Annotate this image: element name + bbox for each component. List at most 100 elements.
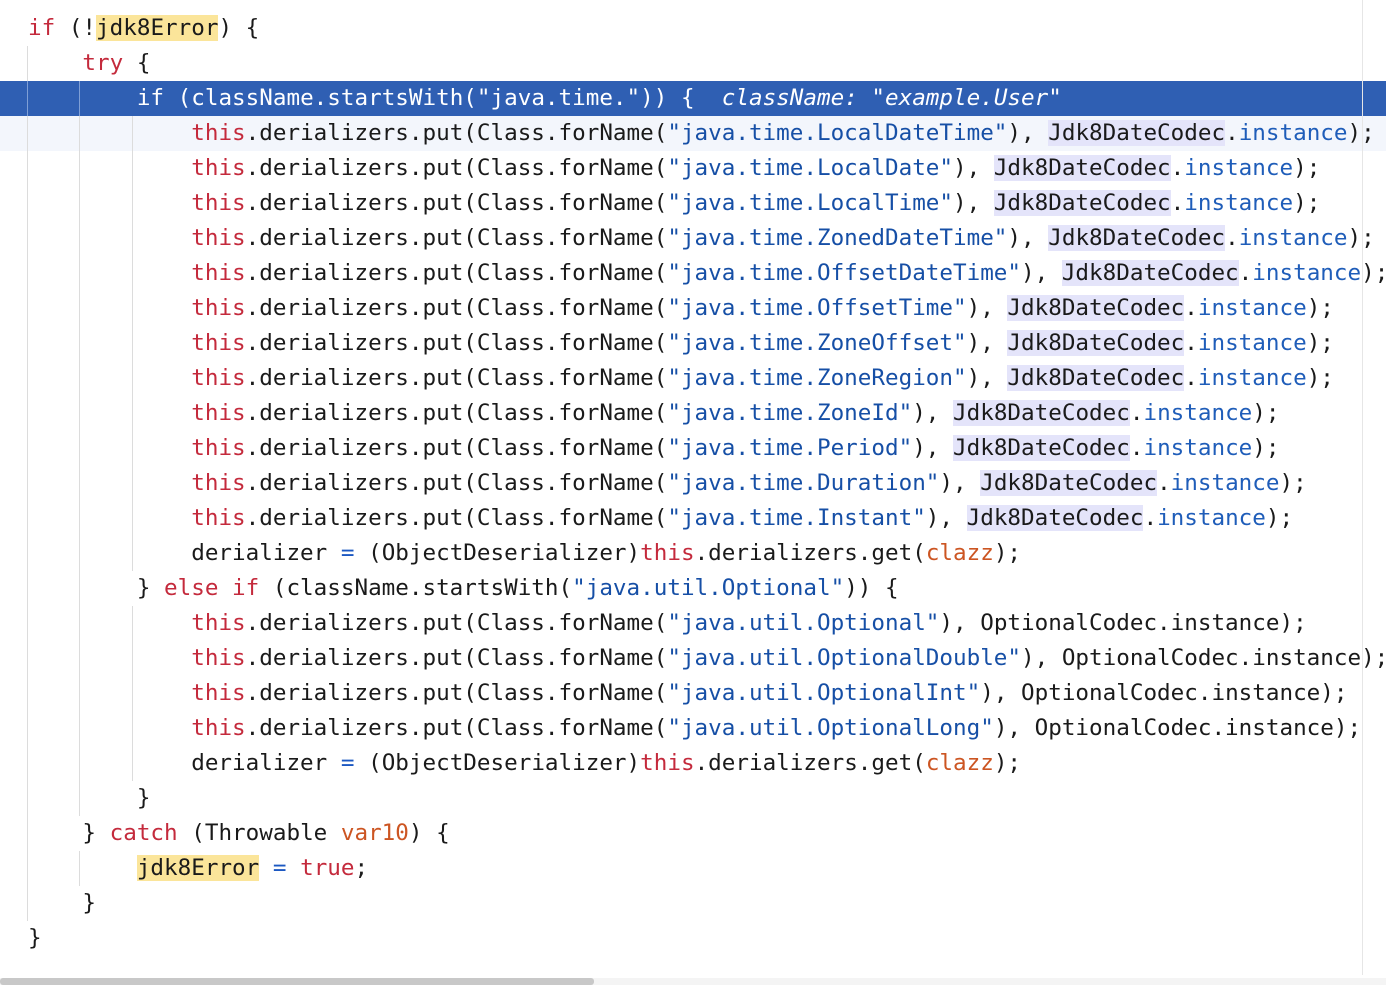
code-token: ),	[953, 155, 994, 181]
code-token: ),	[966, 330, 1008, 356]
code-token: ),	[1007, 120, 1049, 146]
code-line[interactable]: this.derializers.put(Class.forName("java…	[0, 431, 1386, 466]
code-token: true	[300, 855, 355, 881]
code-token: instance	[1143, 435, 1253, 461]
code-token: this	[191, 505, 246, 531]
execution-point-line[interactable]: if (className.startsWith("java.time.")) …	[0, 81, 1386, 116]
code-line[interactable]: }	[0, 921, 1386, 956]
code-text: this.derializers.put(Class.forName("java…	[28, 221, 1375, 256]
code-token: );	[1306, 330, 1334, 356]
code-token: "java.time.Instant"	[667, 505, 926, 531]
code-token: .	[1170, 190, 1185, 216]
code-token: this	[191, 330, 246, 356]
code-text: this.derializers.put(Class.forName("java…	[28, 116, 1375, 151]
code-token: .	[1170, 155, 1185, 181]
code-editor[interactable]: if (!jdk8Error) { try { if (className.st…	[0, 0, 1386, 985]
code-token: "java.time.Duration"	[667, 470, 940, 496]
code-line[interactable]: this.derializers.put(Class.forName("java…	[0, 641, 1386, 676]
code-token: this	[640, 540, 695, 566]
code-line[interactable]: this.derializers.put(Class.forName("java…	[0, 221, 1386, 256]
code-token: }	[28, 820, 110, 846]
code-token: }	[28, 575, 165, 601]
code-token: .derializers.put(Class.forName(	[245, 295, 668, 321]
code-token: ), OptionalCodec.instance);	[993, 715, 1362, 741]
code-token: .	[1225, 225, 1239, 251]
code-token: this	[191, 260, 246, 286]
code-token: this	[640, 750, 695, 776]
code-token: "java.util.Optional"	[667, 610, 940, 636]
code-line[interactable]: }	[0, 781, 1386, 816]
horizontal-scrollbar-thumb[interactable]	[0, 978, 594, 985]
code-token: this	[191, 470, 246, 496]
code-token: instance	[1197, 330, 1307, 356]
code-text: this.derializers.put(Class.forName("java…	[28, 431, 1280, 466]
code-token: (className.startsWith("java.time.")) {	[164, 85, 695, 111]
code-text: this.derializers.put(Class.forName("java…	[28, 361, 1334, 396]
code-line[interactable]: this.derializers.put(Class.forName("java…	[0, 151, 1386, 186]
code-text: this.derializers.put(Class.forName("java…	[28, 186, 1320, 221]
code-token: )) {	[844, 575, 899, 601]
code-token: var10	[340, 820, 409, 846]
code-token: this	[191, 400, 246, 426]
code-token: this	[191, 120, 246, 146]
code-token: Jdk8DateCodec	[953, 435, 1130, 461]
code-token: Jdk8DateCodec	[1048, 225, 1226, 251]
code-line[interactable]: this.derializers.put(Class.forName("java…	[0, 466, 1386, 501]
code-token: .	[1225, 120, 1239, 146]
code-token: Jdk8DateCodec	[993, 190, 1171, 216]
code-line[interactable]: this.derializers.put(Class.forName("java…	[0, 326, 1386, 361]
code-line[interactable]: this.derializers.put(Class.forName("java…	[0, 676, 1386, 711]
code-line[interactable]: this.derializers.put(Class.forName("java…	[0, 361, 1386, 396]
code-token: instance	[1197, 365, 1307, 391]
code-line[interactable]: derializer = (ObjectDeserializer)this.de…	[0, 536, 1386, 571]
code-line[interactable]: } else if (className.startsWith("java.ut…	[0, 571, 1386, 606]
code-token: );	[993, 750, 1022, 776]
code-token: );	[1279, 470, 1307, 496]
code-token: "java.util.OptionalDouble"	[667, 645, 1022, 671]
code-token: this	[191, 715, 246, 741]
code-line[interactable]: this.derializers.put(Class.forName("java…	[0, 606, 1386, 641]
code-text: this.derializers.put(Class.forName("java…	[28, 466, 1307, 501]
code-token: "java.util.OptionalInt"	[667, 680, 981, 706]
code-line[interactable]: if (!jdk8Error) {	[0, 11, 1386, 46]
code-token: instance	[1252, 260, 1362, 286]
code-token: .derializers.put(Class.forName(	[245, 610, 668, 636]
code-text: this.derializers.put(Class.forName("java…	[28, 291, 1334, 326]
code-token: .derializers.put(Class.forName(	[245, 260, 668, 286]
code-token: this	[191, 190, 246, 216]
code-token: ), OptionalCodec.instance);	[980, 680, 1348, 706]
code-line[interactable]: this.derializers.put(Class.forName("java…	[0, 501, 1386, 536]
code-token: derializer	[28, 750, 341, 776]
code-line[interactable]: this.derializers.put(Class.forName("java…	[0, 116, 1386, 151]
code-token: Jdk8DateCodec	[980, 470, 1158, 496]
code-text: jdk8Error = true;	[28, 851, 368, 886]
code-token: else if	[164, 575, 260, 601]
code-token: .derializers.put(Class.forName(	[245, 505, 668, 531]
code-line[interactable]: this.derializers.put(Class.forName("java…	[0, 396, 1386, 431]
code-line[interactable]: this.derializers.put(Class.forName("java…	[0, 291, 1386, 326]
code-line[interactable]: this.derializers.put(Class.forName("java…	[0, 256, 1386, 291]
horizontal-scrollbar[interactable]	[0, 978, 1386, 985]
code-token: clazz	[925, 750, 994, 776]
code-token: ), OptionalCodec.instance);	[939, 610, 1307, 636]
code-token: instance	[1143, 400, 1253, 426]
code-token: this	[191, 610, 246, 636]
code-token: .derializers.put(Class.forName(	[245, 680, 668, 706]
code-line[interactable]: jdk8Error = true;	[0, 851, 1386, 886]
code-token: "java.time.OffsetDateTime"	[667, 260, 1022, 286]
code-token: .	[1238, 260, 1253, 286]
code-line[interactable]: this.derializers.put(Class.forName("java…	[0, 186, 1386, 221]
code-line[interactable]: this.derializers.put(Class.forName("java…	[0, 711, 1386, 746]
code-token: );	[1293, 155, 1321, 181]
code-token: }	[28, 890, 97, 916]
code-token: .derializers.get(	[694, 750, 926, 776]
code-token: );	[1306, 295, 1334, 321]
code-line[interactable]: try {	[0, 46, 1386, 81]
code-line[interactable]: }	[0, 886, 1386, 921]
code-line[interactable]: } catch (Throwable var10) {	[0, 816, 1386, 851]
code-token: ),	[1021, 260, 1062, 286]
code-line[interactable]: derializer = (ObjectDeserializer)this.de…	[0, 746, 1386, 781]
